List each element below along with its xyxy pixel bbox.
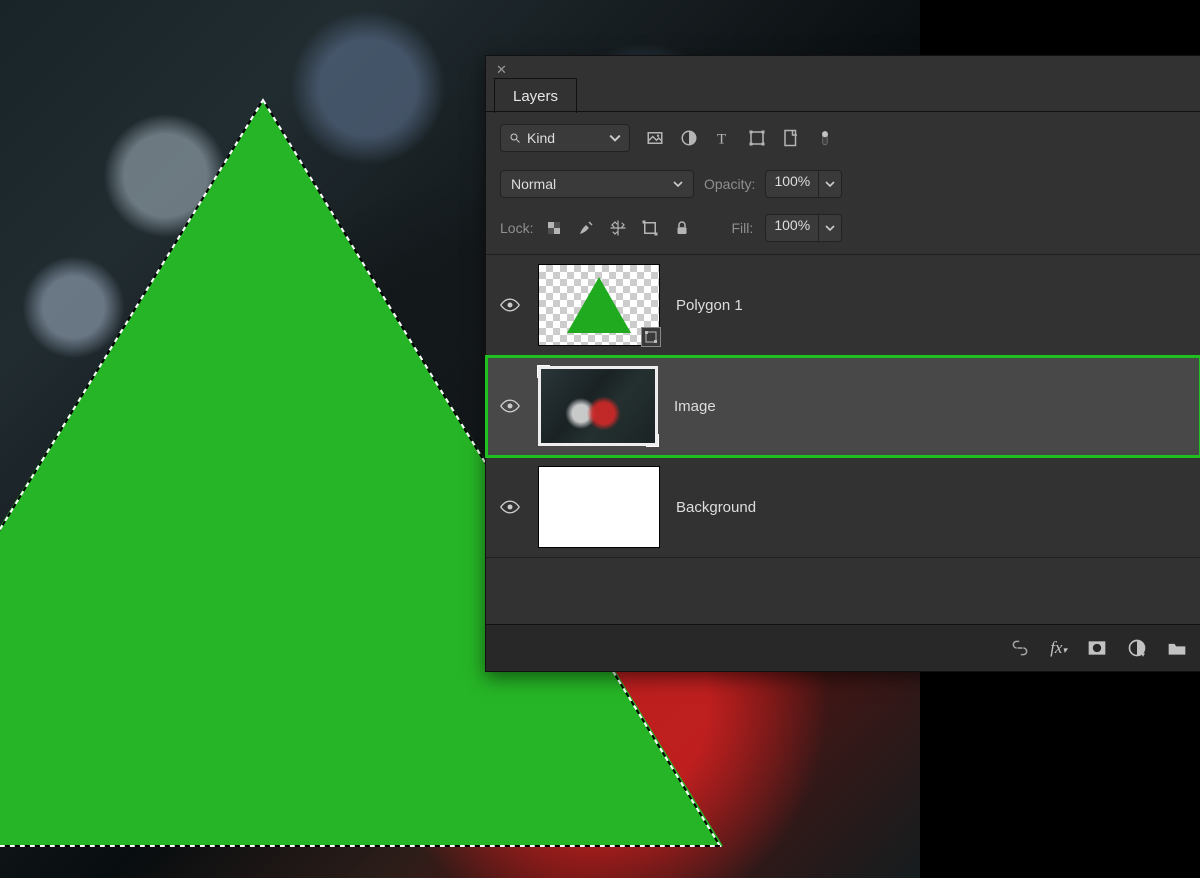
visibility-toggle[interactable] <box>500 399 522 413</box>
adjustment-layer-icon[interactable]: ▾ <box>1127 638 1147 658</box>
layer-thumbnail[interactable] <box>538 264 660 346</box>
layer-row-background[interactable]: Background <box>486 457 1200 558</box>
layer-row-image[interactable]: Image <box>486 356 1200 457</box>
filter-pixel-icon[interactable] <box>646 129 664 147</box>
layers-panel: ✕ Layers Kind T Normal <box>485 55 1200 672</box>
eye-icon <box>500 298 520 312</box>
close-icon[interactable]: ✕ <box>496 62 507 78</box>
lock-transparency-icon[interactable] <box>545 219 563 237</box>
layer-thumbnail[interactable] <box>538 466 660 548</box>
lock-position-icon[interactable] <box>609 219 627 237</box>
layers-list: Polygon 1 Image Background <box>486 254 1200 558</box>
opacity-label: Opacity: <box>704 176 755 192</box>
lock-all-icon[interactable] <box>673 219 691 237</box>
layer-effects-button[interactable]: fx▾ <box>1050 638 1067 658</box>
add-mask-icon[interactable] <box>1087 639 1107 657</box>
blend-mode-value: Normal <box>511 176 556 192</box>
layer-filter-row: Kind T <box>486 112 1200 164</box>
filter-kind-label: Kind <box>527 130 555 146</box>
group-layers-icon[interactable] <box>1167 639 1187 657</box>
filter-shape-icon[interactable] <box>748 129 766 147</box>
filter-toggle-icon[interactable] <box>816 129 834 147</box>
visibility-toggle[interactable] <box>500 298 522 312</box>
blend-mode-dropdown[interactable]: Normal <box>500 170 694 198</box>
chevron-down-icon <box>609 132 621 144</box>
lock-brush-icon[interactable] <box>577 219 595 237</box>
shape-layer-badge <box>641 327 661 347</box>
layer-thumbnail[interactable] <box>538 366 658 446</box>
layer-name[interactable]: Image <box>674 398 716 415</box>
visibility-toggle[interactable] <box>500 500 522 514</box>
filter-adjustment-icon[interactable] <box>680 129 698 147</box>
lock-artboard-icon[interactable] <box>641 219 659 237</box>
fill-input[interactable]: 100% <box>765 214 818 242</box>
tab-label: Layers <box>513 88 558 105</box>
fill-stepper[interactable] <box>818 214 842 242</box>
filter-smartobject-icon[interactable] <box>782 129 800 147</box>
filter-kind-dropdown[interactable]: Kind <box>500 124 630 152</box>
fill-label: Fill: <box>731 220 753 236</box>
lock-row: Lock: Fill: 100% <box>486 210 1200 254</box>
link-layers-icon[interactable] <box>1010 639 1030 657</box>
chevron-down-icon <box>825 223 835 233</box>
eye-icon <box>500 500 520 514</box>
blend-row: Normal Opacity: 100% <box>486 164 1200 210</box>
eye-icon <box>500 399 520 413</box>
layers-footer: fx▾ ▾ <box>486 624 1200 671</box>
layer-name[interactable]: Polygon 1 <box>676 297 743 314</box>
opacity-input[interactable]: 100% <box>765 170 818 198</box>
chevron-down-icon <box>825 179 835 189</box>
lock-label: Lock: <box>500 220 533 236</box>
opacity-stepper[interactable] <box>818 170 842 198</box>
filter-type-icon[interactable]: T <box>714 129 732 147</box>
layer-row-polygon[interactable]: Polygon 1 <box>486 255 1200 356</box>
layer-name[interactable]: Background <box>676 499 756 516</box>
search-icon <box>509 132 521 144</box>
tab-layers[interactable]: Layers <box>494 78 577 113</box>
svg-text:T: T <box>717 131 726 147</box>
svg-text:▾: ▾ <box>1141 650 1145 658</box>
chevron-down-icon <box>673 179 683 189</box>
